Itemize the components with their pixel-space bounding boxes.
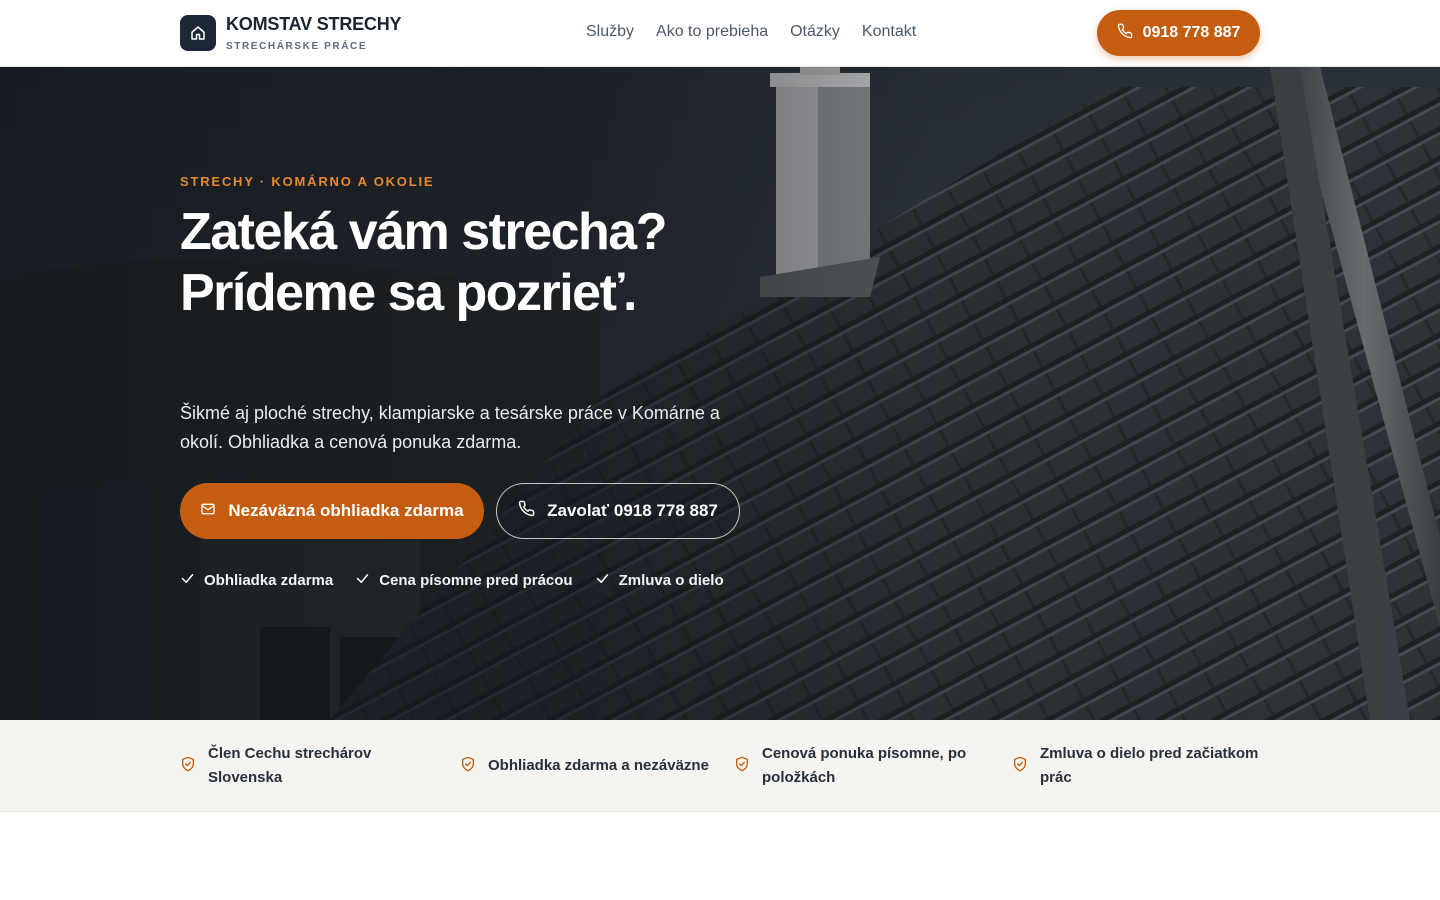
call-button[interactable]: Zavolať 0918 778 887 bbox=[496, 483, 740, 539]
check-icon bbox=[595, 571, 610, 590]
shield-check-icon bbox=[180, 756, 196, 777]
check-label: Zmluva o dielo bbox=[618, 572, 724, 589]
header-phone-button[interactable]: 0918 778 887 bbox=[1097, 10, 1260, 56]
check-label: Cena písomne pred prácou bbox=[379, 572, 573, 589]
trust-item-inspection: Obhliadka zdarma a nezáväzne bbox=[460, 754, 730, 778]
header-phone-label: 0918 778 887 bbox=[1142, 24, 1241, 41]
site-header: KOMSTAV STRECHY STRECHÁRSKE PRÁCE Služby… bbox=[0, 0, 1440, 67]
check-item: Zmluva o dielo bbox=[595, 571, 724, 590]
home-icon bbox=[180, 15, 216, 51]
trust-item-contract: Zmluva o dielo pred začiatkom prác bbox=[1012, 742, 1262, 790]
nav-item-kontakt[interactable]: Kontakt bbox=[862, 22, 916, 42]
hero-section: STRECHY · KOMÁRNO A OKOLIE Zateká vám st… bbox=[0, 67, 1440, 720]
trust-item-label: Cenová ponuka písomne, po položkách bbox=[762, 745, 967, 786]
trust-item-label: Člen Cechu strechárov Slovenska bbox=[208, 745, 372, 786]
free-inspection-button[interactable]: Nezáväzná obhliadka zdarma bbox=[180, 483, 484, 539]
check-icon bbox=[355, 571, 370, 590]
check-item: Cena písomne pred prácou bbox=[355, 571, 573, 590]
main-nav: Služby Ako to prebieha Otázky Kontakt bbox=[586, 22, 916, 42]
check-item: Obhliadka zdarma bbox=[180, 571, 333, 590]
trust-item-cech: Člen Cechu strechárov Slovenska bbox=[180, 742, 420, 790]
trust-item-quote: Cenová ponuka písomne, po položkách bbox=[734, 742, 984, 790]
nav-item-sluzby[interactable]: Služby bbox=[586, 22, 634, 42]
phone-icon bbox=[1117, 23, 1133, 44]
trust-strip: Člen Cechu strechárov Slovenska Obhliadk… bbox=[0, 720, 1440, 812]
nav-item-ako-to-prebieha[interactable]: Ako to prebieha bbox=[656, 22, 768, 42]
shield-check-icon bbox=[734, 756, 750, 777]
call-button-label: Zavolať 0918 778 887 bbox=[547, 501, 718, 520]
mail-icon bbox=[200, 501, 216, 522]
nav-item-otazky[interactable]: Otázky bbox=[790, 22, 840, 42]
check-icon bbox=[180, 571, 195, 590]
hero-description: Šikmé aj ploché strechy, klampiarske a t… bbox=[180, 403, 720, 452]
hero-checklist: Obhliadka zdarma Cena písomne pred práco… bbox=[180, 571, 724, 590]
logo-link[interactable]: KOMSTAV STRECHY STRECHÁRSKE PRÁCE bbox=[180, 14, 402, 52]
free-inspection-label: Nezáväzná obhliadka zdarma bbox=[228, 501, 464, 520]
logo-title: KOMSTAV STRECHY bbox=[226, 14, 402, 34]
shield-check-icon bbox=[460, 756, 476, 777]
logo-subtitle: STRECHÁRSKE PRÁCE bbox=[226, 41, 368, 52]
phone-icon bbox=[518, 500, 535, 522]
check-label: Obhliadka zdarma bbox=[204, 572, 334, 589]
hero-title: Zateká vám strecha? Prídeme sa pozrieť. bbox=[180, 203, 668, 322]
hero-eyebrow: STRECHY · KOMÁRNO A OKOLIE bbox=[180, 174, 435, 189]
trust-item-label: Zmluva o dielo pred začiatkom prác bbox=[1040, 745, 1259, 786]
shield-check-icon bbox=[1012, 756, 1028, 777]
hero-overlay bbox=[0, 67, 1440, 720]
trust-item-label: Obhliadka zdarma a nezáväzne bbox=[488, 757, 709, 774]
